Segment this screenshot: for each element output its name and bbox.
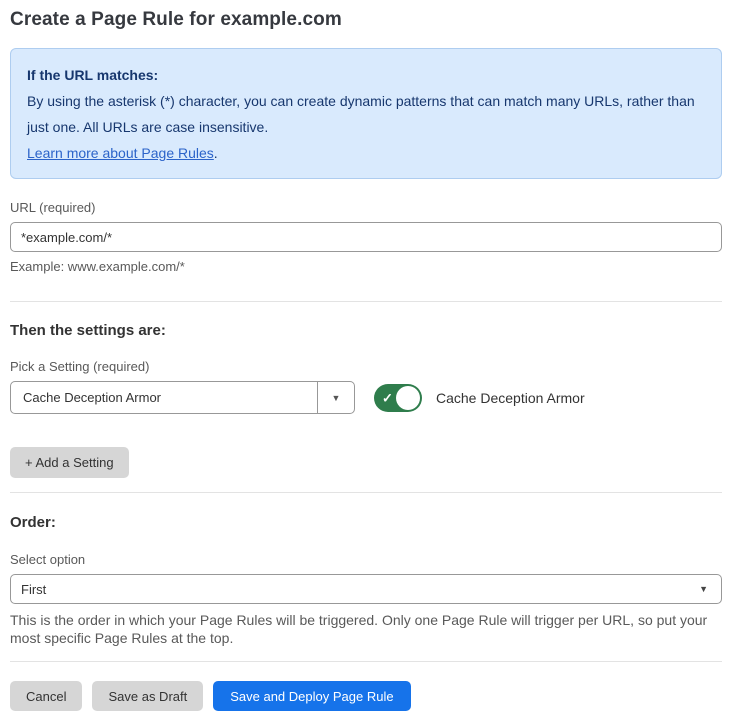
setting-picker-dropdown[interactable]: Cache Deception Armor ▼ xyxy=(10,381,355,414)
chevron-down-icon: ▼ xyxy=(699,584,708,594)
divider xyxy=(10,661,722,662)
cancel-button[interactable]: Cancel xyxy=(10,681,82,711)
info-box-heading: If the URL matches: xyxy=(27,62,705,88)
order-select-value: First xyxy=(21,582,46,597)
info-box-body: By using the asterisk (*) character, you… xyxy=(27,88,705,140)
setting-picker-value: Cache Deception Armor xyxy=(11,382,317,413)
order-section-heading: Order: xyxy=(10,514,722,531)
page-title: Create a Page Rule for example.com xyxy=(10,9,722,31)
url-input[interactable] xyxy=(10,222,722,252)
divider xyxy=(10,301,722,302)
order-select-dropdown[interactable]: First ▼ xyxy=(10,574,722,604)
info-box-link-line: Learn more about Page Rules. xyxy=(27,140,705,166)
order-helper-text: This is the order in which your Page Rul… xyxy=(10,611,722,647)
url-field-label: URL (required) xyxy=(10,200,722,215)
page-rule-form: Create a Page Rule for example.com If th… xyxy=(0,0,750,711)
order-select-label: Select option xyxy=(10,552,722,567)
check-icon: ✓ xyxy=(382,391,393,404)
chevron-down-icon[interactable]: ▼ xyxy=(317,382,354,413)
settings-section-heading: Then the settings are: xyxy=(10,322,722,339)
setting-row: Cache Deception Armor ▼ ✓ Cache Deceptio… xyxy=(10,381,722,414)
save-and-deploy-button[interactable]: Save and Deploy Page Rule xyxy=(213,681,410,711)
add-setting-button[interactable]: + Add a Setting xyxy=(10,447,129,478)
toggle-knob xyxy=(396,386,420,410)
learn-more-link[interactable]: Learn more about Page Rules xyxy=(27,145,214,161)
cache-deception-armor-toggle[interactable]: ✓ xyxy=(374,384,422,412)
divider xyxy=(10,492,722,493)
save-as-draft-button[interactable]: Save as Draft xyxy=(92,681,203,711)
pick-setting-label: Pick a Setting (required) xyxy=(10,359,722,374)
toggle-wrap: ✓ Cache Deception Armor xyxy=(374,384,585,412)
footer-actions: Cancel Save as Draft Save and Deploy Pag… xyxy=(10,681,722,711)
url-example-helper: Example: www.example.com/* xyxy=(10,259,722,274)
toggle-label: Cache Deception Armor xyxy=(436,390,585,406)
link-suffix: . xyxy=(214,145,218,161)
url-match-info-box: If the URL matches: By using the asteris… xyxy=(10,48,722,179)
